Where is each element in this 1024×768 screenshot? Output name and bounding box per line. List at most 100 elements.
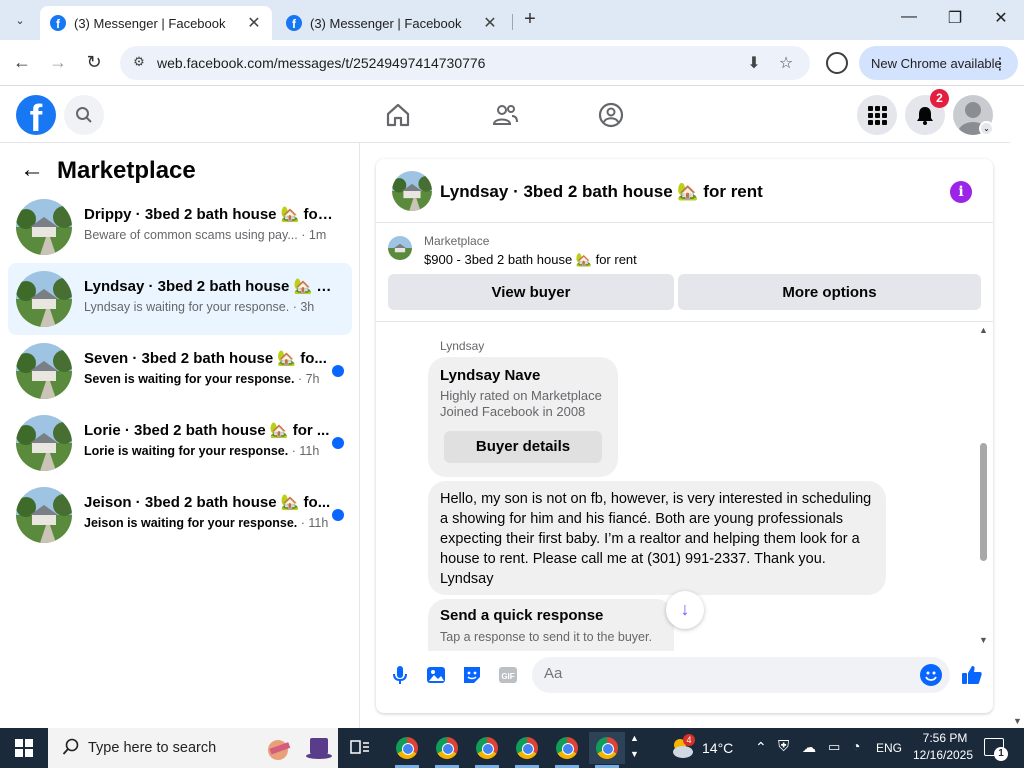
facebook-logo-icon[interactable]: f [16, 95, 56, 135]
message-bubble: Hello, my son is not on fb, however, is … [428, 481, 886, 595]
chevron-down-icon[interactable]: ⌄ [979, 121, 994, 136]
facebook-header: f 2 ⌄ [0, 87, 1010, 143]
security-shield-icon[interactable]: ⛨ [778, 738, 789, 755]
preview-text: Seven is waiting for your response. [84, 372, 295, 386]
clock-date[interactable]: 12/16/2025 [910, 748, 976, 762]
page-scrollbar[interactable]: ▼ [1010, 143, 1024, 728]
close-window-button[interactable]: ✕ [989, 8, 1013, 32]
view-buyer-button[interactable]: View buyer [388, 274, 674, 310]
wifi-icon[interactable]: ◔ [852, 738, 860, 754]
preview-time: · 11h [291, 444, 320, 458]
input-language[interactable]: ENG [876, 741, 902, 755]
search-icon[interactable] [64, 95, 104, 135]
microphone-icon[interactable] [388, 663, 412, 687]
chrome-taskbar-icon[interactable] [389, 732, 425, 768]
windows-start-icon[interactable] [0, 728, 48, 768]
chat-header: Lyndsay · 3bed 2 bath house 🏡 for rent i [376, 159, 993, 223]
chrome-profile-icon[interactable] [826, 52, 848, 74]
chrome-taskbar-icon[interactable] [549, 732, 585, 768]
unread-dot [332, 437, 344, 449]
tab-search-chevron-icon[interactable]: ⌄ [8, 8, 32, 32]
taskbar-search-box[interactable]: Type here to search [48, 728, 338, 768]
scroll-up-arrow-icon[interactable]: ▲ [979, 325, 988, 335]
preview-time: · 1m [301, 228, 327, 242]
show-hidden-icons-chevron-icon[interactable]: ⌃ [755, 739, 767, 756]
scroll-to-bottom-arrow-icon[interactable]: ↓ [666, 591, 704, 629]
svg-text:GIF: GIF [501, 672, 514, 681]
buyer-details-button[interactable]: Buyer details [444, 431, 602, 463]
house-thumbnail [16, 487, 72, 543]
clock-time[interactable]: 7:56 PM [917, 731, 973, 745]
maximize-window-button[interactable]: ❐ [943, 8, 967, 32]
reload-icon[interactable]: ↻ [82, 51, 106, 75]
close-tab-icon[interactable]: ✕ [482, 13, 498, 33]
address-bar[interactable]: ⚙ web.facebook.com/messages/t/2524949741… [120, 46, 810, 80]
message-composer: GIF [376, 651, 993, 713]
message-input[interactable] [532, 657, 950, 693]
facebook-favicon-icon: f [286, 15, 302, 31]
photo-icon[interactable] [424, 663, 448, 687]
tab-divider [512, 14, 513, 30]
conversation-item[interactable]: Lorie · 3bed 2 bath house 🏡 for ... Lori… [8, 407, 352, 479]
chrome-taskbar-icon[interactable] [469, 732, 505, 768]
more-options-button[interactable]: More options [678, 274, 981, 310]
house-thumbnail [16, 415, 72, 471]
bookmark-star-icon[interactable]: ☆ [776, 53, 796, 73]
thumbs-up-icon[interactable] [960, 663, 984, 687]
message-text-field[interactable] [544, 665, 904, 682]
task-view-icon[interactable] [342, 732, 378, 764]
search-icon [62, 738, 80, 761]
sticker-icon[interactable] [460, 663, 484, 687]
scroll-down-arrow-icon[interactable]: ▼ [1013, 716, 1022, 726]
browser-toolbar: ← → ↻ ⚙ web.facebook.com/messages/t/2524… [0, 40, 1024, 86]
cloud-sync-icon[interactable]: ☁ [802, 739, 816, 756]
minimize-window-button[interactable]: — [897, 8, 921, 32]
home-icon[interactable] [384, 101, 412, 129]
site-settings-icon[interactable]: ⚙ [130, 54, 148, 72]
buyer-name: Lyndsay Nave [440, 367, 541, 384]
browser-tab-2[interactable]: f (3) Messenger | Facebook ✕ [276, 6, 508, 40]
thread-scrollbar[interactable]: ▲ ▼ [976, 323, 990, 651]
close-tab-icon[interactable]: ✕ [246, 13, 262, 33]
browser-tab-1[interactable]: f (3) Messenger | Facebook ✕ [40, 6, 272, 40]
back-arrow-icon[interactable]: ← [10, 51, 34, 75]
notification-badge: 2 [930, 89, 949, 108]
forward-arrow-icon[interactable]: → [46, 51, 70, 75]
taskbar-overflow-arrows-icon[interactable]: ▲ ▼ [630, 730, 639, 762]
chrome-update-button[interactable]: New Chrome available ⋮ [859, 46, 1018, 80]
emoji-icon[interactable] [920, 664, 942, 686]
conversation-item[interactable]: Lyndsay · 3bed 2 bath house 🏡 fo... Lynd… [8, 263, 352, 335]
chrome-menu-icon[interactable]: ⋮ [992, 54, 1008, 74]
chrome-taskbar-icon[interactable] [429, 732, 465, 768]
preview-time: · 7h [297, 372, 320, 386]
weather-temperature[interactable]: 14°C [702, 740, 733, 756]
weather-badge: 4 [683, 734, 695, 746]
listing-title[interactable]: $900 - 3bed 2 bath house 🏡 for rent [424, 252, 637, 268]
house-thumbnail [16, 271, 72, 327]
scrollbar-thumb[interactable] [980, 443, 987, 561]
message-thread: Lyndsay Lyndsay Nave Highly rated on Mar… [376, 323, 993, 651]
new-tab-plus-icon[interactable]: + [520, 9, 540, 30]
back-arrow-icon[interactable]: ← [20, 158, 44, 183]
menu-grid-icon[interactable] [857, 95, 897, 135]
gif-icon[interactable]: GIF [496, 663, 520, 687]
install-app-icon[interactable]: ⬇ [744, 53, 764, 73]
preview-time: · 3h [292, 300, 315, 314]
friends-icon[interactable] [491, 101, 519, 129]
quick-response-title: Send a quick response [440, 607, 604, 624]
chat-title[interactable]: Lyndsay · 3bed 2 bath house 🏡 for rent [440, 182, 763, 202]
device-icon[interactable]: ▭ [828, 739, 840, 755]
house-thumbnail [16, 343, 72, 399]
conversation-item[interactable]: Drippy · 3bed 2 bath house 🏡 for ... Bew… [8, 191, 352, 263]
quick-response-card[interactable]: Send a quick response Tap a response to … [428, 599, 674, 651]
chrome-taskbar-icon[interactable] [589, 732, 625, 768]
groups-icon[interactable] [597, 101, 625, 129]
conversation-item[interactable]: Seven · 3bed 2 bath house 🏡 fo... Seven … [8, 335, 352, 407]
tab-title: (3) Messenger | Facebook [310, 15, 462, 31]
chrome-taskbar-icon[interactable] [509, 732, 545, 768]
conversation-item[interactable]: Jeison · 3bed 2 bath house 🏡 fo... Jeiso… [8, 479, 352, 551]
conversation-preview: Lyndsay is waiting for your response. · … [84, 300, 344, 314]
info-icon[interactable]: i [950, 181, 972, 203]
url-text[interactable]: web.facebook.com/messages/t/252494974147… [157, 55, 485, 71]
scroll-down-arrow-icon[interactable]: ▼ [979, 635, 988, 645]
